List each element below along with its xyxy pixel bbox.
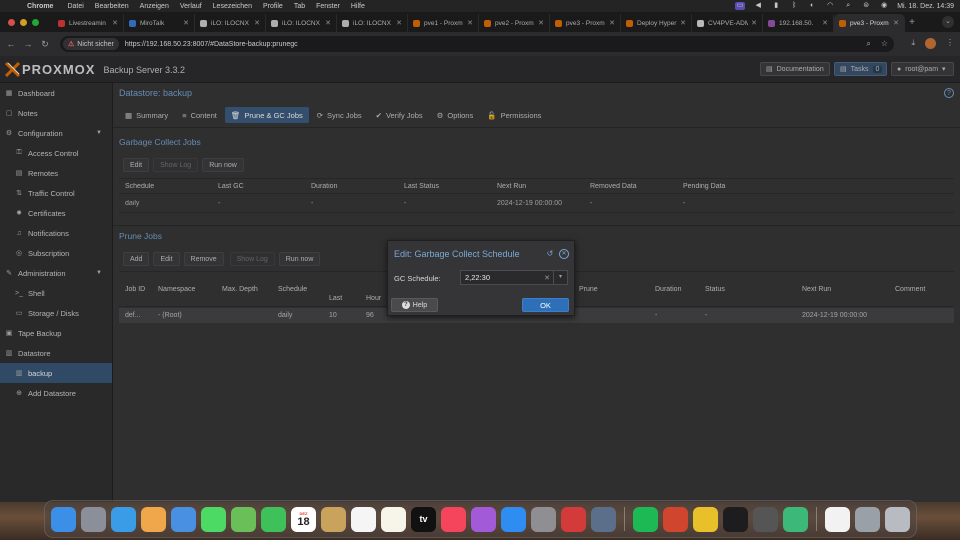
- appletv-icon[interactable]: tv: [411, 506, 436, 532]
- gc-schedule-label: GC Schedule:: [394, 274, 441, 283]
- clear-icon[interactable]: ✕: [544, 274, 550, 282]
- maps-icon[interactable]: [231, 506, 256, 532]
- music-icon[interactable]: [441, 506, 466, 532]
- gc-schedule-value: 2,22:30: [465, 273, 491, 282]
- calculator-icon[interactable]: [753, 506, 778, 532]
- dock-separator: [816, 507, 817, 531]
- question-icon: ?: [401, 301, 410, 309]
- calendar-day: 18: [297, 515, 310, 528]
- calendar-icon[interactable]: DEZ 18: [291, 506, 316, 532]
- appstore-icon[interactable]: [501, 506, 526, 532]
- gc-schedule-input[interactable]: 2,22:30 ✕ ▾: [460, 270, 568, 285]
- chrome-icon[interactable]: [693, 506, 718, 532]
- sync-icon[interactable]: [783, 506, 808, 532]
- help-button[interactable]: ? Help: [391, 298, 438, 312]
- spotify-icon[interactable]: [633, 506, 658, 532]
- appletv-label: tv: [419, 514, 428, 524]
- messages-icon[interactable]: [201, 506, 226, 532]
- freeform-icon[interactable]: [381, 506, 406, 532]
- downloads-icon[interactable]: [855, 506, 880, 532]
- ok-button[interactable]: OK: [522, 298, 569, 312]
- dialog-header: Edit: Garbage Collect Schedule ↺ ✕: [388, 241, 574, 267]
- trash-icon[interactable]: [885, 506, 910, 532]
- close-icon[interactable]: ✕: [559, 249, 569, 259]
- reset-icon[interactable]: ↺: [545, 249, 555, 259]
- chevron-down-icon[interactable]: ▾: [553, 271, 567, 284]
- notes-app-icon[interactable]: [321, 506, 346, 532]
- terminal-icon[interactable]: [723, 506, 748, 532]
- edit-gc-schedule-dialog: Edit: Garbage Collect Schedule ↺ ✕ GC Sc…: [387, 240, 575, 316]
- mail-icon[interactable]: [171, 506, 196, 532]
- settings-icon[interactable]: [531, 506, 556, 532]
- quicktime-icon[interactable]: [591, 506, 616, 532]
- photos-icon[interactable]: [141, 506, 166, 532]
- ok-label: OK: [540, 300, 551, 310]
- help-label: Help: [412, 301, 428, 309]
- finder-icon[interactable]: [51, 506, 76, 532]
- reminders-icon[interactable]: [351, 506, 376, 532]
- macos-dock: DEZ 18 tv: [44, 500, 917, 538]
- screenrec-icon[interactable]: [561, 506, 586, 532]
- dialog-title: Edit: Garbage Collect Schedule: [394, 249, 520, 259]
- podcasts-icon[interactable]: [471, 506, 496, 532]
- facetime-icon[interactable]: [261, 506, 286, 532]
- pixel-icon[interactable]: [663, 506, 688, 532]
- safari-icon[interactable]: [111, 506, 136, 532]
- document-icon[interactable]: [825, 506, 850, 532]
- dock-separator: [624, 507, 625, 531]
- dialog-footer: ? Help OK: [388, 296, 574, 316]
- launchpad-icon[interactable]: [81, 506, 106, 532]
